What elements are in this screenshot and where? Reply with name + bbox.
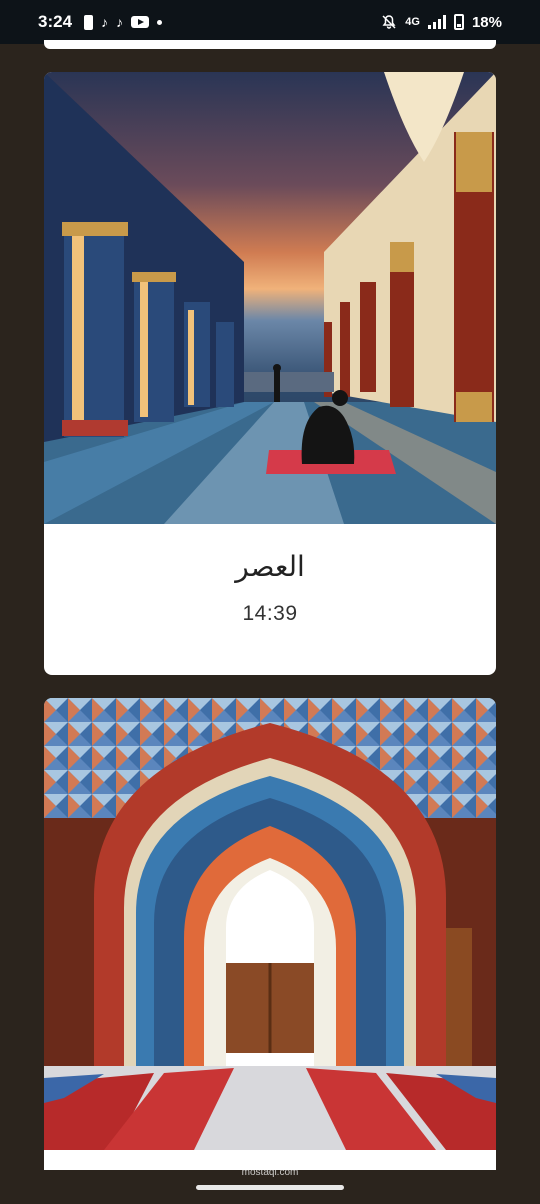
notification-icons: ♪ ♪ [84, 12, 162, 32]
home-indicator[interactable] [196, 1185, 344, 1190]
system-icons: 4G 18% [381, 12, 502, 32]
prayer-time: 14:39 [242, 602, 298, 625]
status-bar: 3:24 ♪ ♪ 4G 18% [0, 0, 540, 44]
prayer-name: العصر [235, 550, 305, 583]
mute-icon [382, 15, 396, 29]
battery-percent: 18% [471, 13, 502, 31]
mosque-arch-interior-image [44, 698, 496, 1150]
prayer-card[interactable]: العصر 14:39 [44, 72, 496, 675]
watermark: مستقل mostaql.com [212, 1148, 328, 1178]
notification-dot-icon [157, 19, 162, 25]
prayer-card[interactable] [44, 698, 496, 1170]
battery-saver-icon [84, 14, 93, 30]
battery-icon [453, 14, 464, 30]
mosque-courtyard-prayer-image [44, 72, 496, 524]
status-time: 3:24 [38, 12, 73, 31]
watermark-arabic: مستقل [237, 1148, 303, 1169]
previous-card-bottom [44, 40, 496, 49]
youtube-icon [131, 16, 149, 28]
signal-icon [427, 15, 446, 29]
watermark-url: mostaql.com [241, 1167, 299, 1178]
tiktok-icon: ♪ [116, 14, 123, 30]
tiktok-icon: ♪ [101, 14, 108, 30]
network-type: 4G [405, 16, 420, 28]
